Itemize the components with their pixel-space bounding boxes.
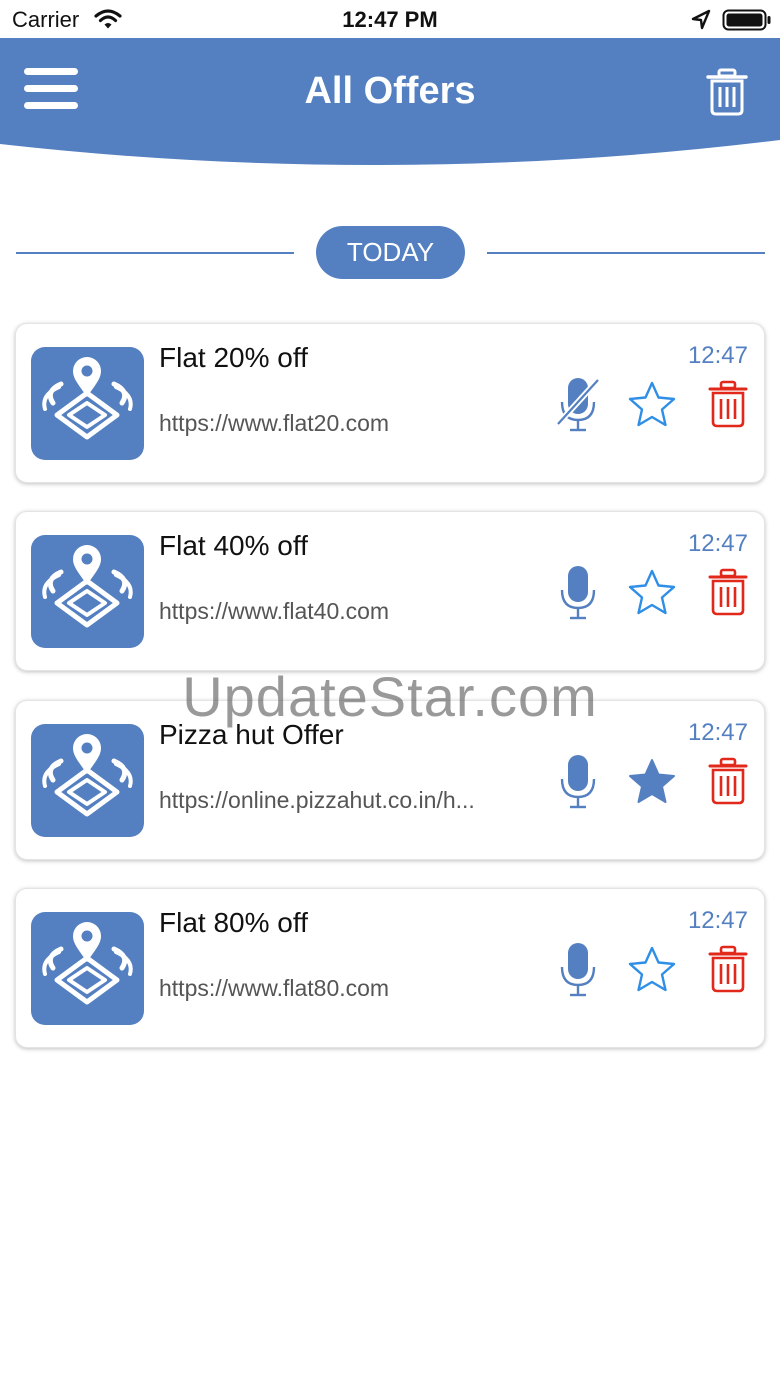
offer-time: 12:47 [687, 530, 748, 557]
star-filled-icon[interactable] [627, 757, 677, 805]
delete-icon[interactable] [708, 757, 748, 805]
offer-title: Flat 80% off [159, 907, 308, 938]
offer-url[interactable]: https://www.flat40.com [159, 598, 529, 625]
offer-time: 12:47 [687, 907, 748, 934]
offer-logo-icon [31, 347, 144, 460]
delete-icon[interactable] [708, 380, 748, 428]
date-section-header: TODAY [0, 226, 780, 280]
delete-icon[interactable] [708, 945, 748, 993]
status-time: 12:47 PM [342, 7, 438, 32]
offer-card[interactable]: Flat 20% off https://www.flat20.com 12:47 [15, 323, 765, 483]
mic-muted-icon[interactable] [555, 376, 601, 434]
offer-card[interactable]: Flat 40% off https://www.flat40.com 12:47 [15, 511, 765, 671]
status-bar: Carrier 12:47 PM [0, 0, 780, 38]
page-title: All Offers [304, 70, 476, 112]
divider-line [16, 252, 294, 254]
location-arrow-icon [691, 9, 711, 30]
delete-icon[interactable] [708, 568, 748, 616]
offer-title: Flat 20% off [159, 342, 308, 373]
offer-url[interactable]: https://www.flat20.com [159, 410, 529, 437]
offer-logo-icon [31, 724, 144, 837]
star-outline-icon[interactable] [627, 380, 677, 428]
offer-card[interactable]: Flat 80% off https://www.flat80.com 12:47 [15, 888, 765, 1048]
offer-card[interactable]: Pizza hut Offer https://online.pizzahut.c… [15, 700, 765, 860]
star-outline-icon[interactable] [627, 945, 677, 993]
offer-url[interactable]: https://online.pizzahut.co.in/h... [159, 787, 529, 814]
offer-url[interactable]: https://www.flat80.com [159, 975, 529, 1002]
microphone-icon[interactable] [556, 941, 600, 999]
microphone-icon[interactable] [556, 564, 600, 622]
battery-icon [722, 9, 771, 31]
offer-logo-icon [31, 535, 144, 648]
offer-time: 12:47 [687, 719, 748, 746]
offer-title: Pizza hut Offer [159, 719, 344, 750]
star-outline-icon[interactable] [627, 568, 677, 616]
microphone-icon[interactable] [556, 753, 600, 811]
offer-time: 12:47 [687, 342, 748, 369]
offer-logo-icon [31, 912, 144, 1025]
trash-icon[interactable] [706, 68, 748, 116]
divider-line [487, 252, 765, 254]
today-badge: TODAY [316, 226, 465, 279]
offer-title: Flat 40% off [159, 530, 308, 561]
app-header: All Offers [0, 38, 780, 170]
